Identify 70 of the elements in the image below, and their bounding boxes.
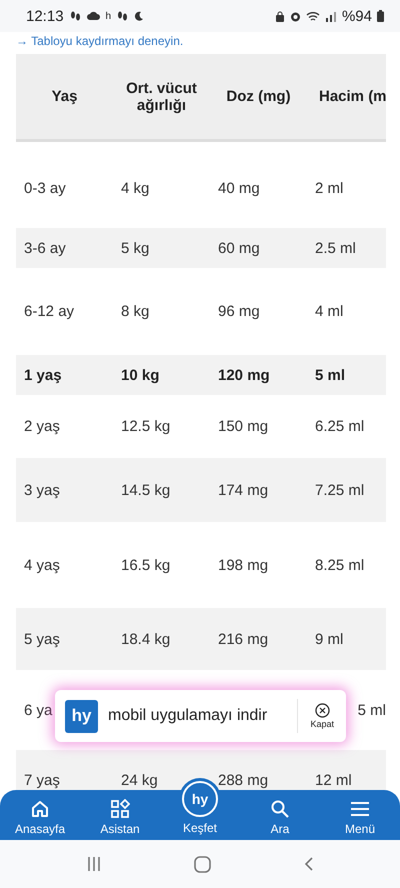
- nav-tab[interactable]: Anasayfa: [0, 790, 80, 840]
- wifi-icon: [306, 10, 320, 22]
- table-cell: 12 ml: [315, 772, 352, 788]
- table-cell: 4 kg: [121, 180, 150, 196]
- cloud-icon: [86, 11, 100, 21]
- table-cell: 174 mg: [218, 482, 268, 498]
- signal-icon: [324, 10, 337, 22]
- back-icon[interactable]: [304, 856, 314, 872]
- nav-tab[interactable]: Menü: [320, 790, 400, 840]
- column-header: Ort. vücut ağırlığı: [125, 80, 198, 114]
- table-cell: 8.25 ml: [315, 556, 364, 574]
- nav-tab[interactable]: Asistan: [80, 790, 160, 840]
- table-cell: 0-3 ay: [24, 180, 66, 196]
- table-cell: 10 kg: [121, 366, 160, 384]
- table-cell: 5 yaş: [24, 630, 60, 648]
- recent-apps-icon[interactable]: [86, 856, 100, 872]
- menu-icon: [350, 799, 370, 819]
- close-button[interactable]: Kapat: [308, 703, 336, 729]
- column-header: Yaş: [52, 88, 78, 105]
- download-app-prompt[interactable]: mobil uygulamayı indir: [108, 707, 268, 725]
- table-cell: 9 ml: [315, 630, 344, 648]
- app-logo: hy: [182, 781, 218, 817]
- battery-icon: [377, 10, 384, 22]
- table-cell: 3-6 ay: [24, 240, 66, 256]
- table-cell: 24 kg: [121, 772, 158, 788]
- table-cell: 4 yaş: [24, 556, 60, 574]
- scroll-hint: → Tabloyu kaydırmayı deneyin.: [16, 34, 184, 48]
- table-cell: 6.25 ml: [315, 418, 364, 435]
- table-cell: 120 mg: [218, 366, 270, 384]
- close-icon: [314, 703, 330, 718]
- moon-icon: [134, 11, 144, 21]
- table-cell: 1 yaş: [24, 366, 62, 384]
- footprints-icon: [70, 10, 81, 22]
- table-cell: 7.25 ml: [315, 482, 364, 498]
- table-cell: 96 mg: [218, 303, 260, 320]
- table-cell: 2.5 ml: [315, 240, 356, 256]
- table-cell: 16.5 kg: [121, 556, 170, 574]
- table-cell: 4 ml: [315, 303, 344, 320]
- home-icon: [30, 799, 50, 819]
- table-cell: 12.5 kg: [121, 418, 170, 435]
- nav-tab[interactable]: Ara: [240, 790, 320, 840]
- table-cell: 216 mg: [218, 630, 268, 648]
- table-cell: 2 yaş: [24, 418, 60, 435]
- table-cell: 6-12 ay: [24, 303, 74, 320]
- table-cell: 5 ml: [315, 366, 346, 384]
- column-header: Doz (mg): [226, 88, 291, 105]
- lock-icon: [274, 10, 285, 22]
- home-icon[interactable]: [194, 856, 210, 872]
- footprints-icon: [117, 10, 128, 22]
- clock: 12:13: [26, 8, 64, 24]
- table-cell: 150 mg: [218, 418, 268, 435]
- table-cell: 198 mg: [218, 556, 268, 574]
- table-cell: 3 yaş: [24, 482, 60, 498]
- table-cell: 40 mg: [218, 180, 260, 196]
- app-logo: hy: [65, 700, 98, 732]
- search-icon: [270, 799, 290, 819]
- table-cell: 8 kg: [121, 303, 150, 320]
- table-cell: 288 mg: [218, 772, 268, 788]
- battery-percent: %94: [342, 8, 372, 24]
- table-cell: 14.5 kg: [121, 482, 170, 498]
- table-cell: 7 yaş: [24, 772, 60, 788]
- grid-icon: [110, 799, 130, 819]
- table-cell: 5 ml: [358, 702, 386, 718]
- notification-letter: h: [106, 10, 112, 22]
- column-header: Hacim (m: [319, 88, 386, 105]
- table-cell: 6 ya: [24, 702, 52, 718]
- table-cell: 2 ml: [315, 180, 344, 196]
- table-cell: 18.4 kg: [121, 630, 170, 648]
- table-cell: 5 kg: [121, 240, 150, 256]
- table-cell: 60 mg: [218, 240, 260, 256]
